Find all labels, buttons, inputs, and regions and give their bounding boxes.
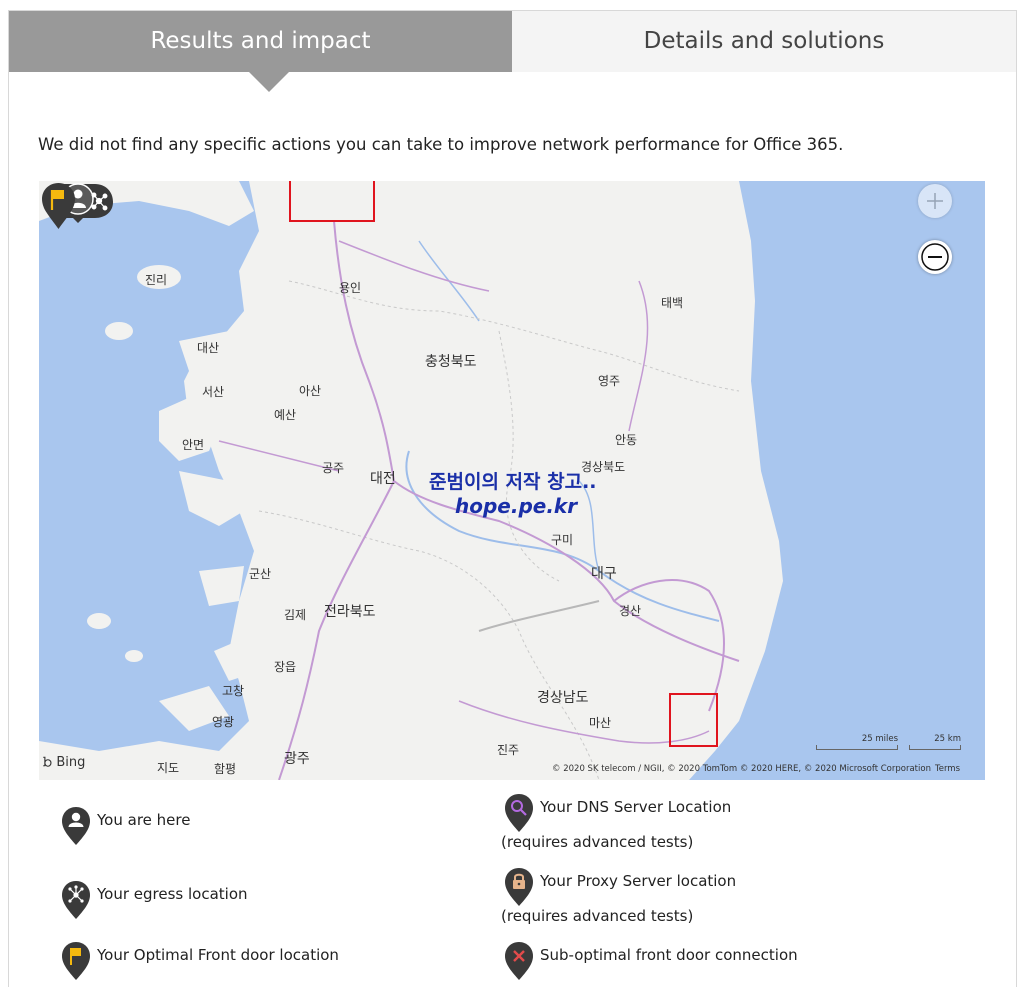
- tab-details-and-solutions[interactable]: Details and solutions: [512, 11, 1016, 72]
- legend-label: Sub-optimal front door connection: [540, 946, 798, 964]
- map-place-label: 안면: [182, 438, 205, 452]
- map-place-label: 김제: [284, 608, 307, 622]
- map-place-label: 영주: [598, 374, 621, 388]
- results-panel: Results and impact Details and solutions…: [8, 10, 1017, 987]
- legend-proxy-note: (requires advanced tests): [501, 907, 694, 925]
- map-place-label: 장읍: [274, 660, 297, 674]
- legend-label: Your Proxy Server location: [540, 872, 737, 890]
- scale-km: 25 km: [909, 734, 961, 750]
- bing-logo: 𝚋 Bing: [43, 755, 85, 770]
- flag-marker-icon: [62, 942, 90, 980]
- legend-label: Your DNS Server Location: [540, 798, 732, 816]
- map-place-label: 충청북도: [425, 354, 477, 370]
- plus-icon: [927, 193, 943, 209]
- map-place-label: 대전: [370, 471, 396, 487]
- results-message: We did not find any specific actions you…: [38, 135, 844, 154]
- map-place-label: 광주: [284, 751, 310, 767]
- scale-miles-label: 25 miles: [861, 734, 898, 744]
- bing-label: Bing: [56, 755, 86, 770]
- tab-results-and-impact[interactable]: Results and impact: [9, 11, 512, 72]
- map-place-label: 아산: [299, 384, 322, 398]
- map-place-label: 구미: [551, 533, 574, 547]
- legend-label: You are here: [97, 811, 191, 829]
- map-place-label: 대산: [197, 341, 220, 355]
- person-marker-icon: [62, 807, 90, 845]
- front-door-highlight-box: [669, 693, 718, 747]
- map-place-label: 서산: [202, 385, 225, 399]
- map-place-label: 경상남도: [537, 690, 589, 706]
- bing-icon: 𝚋: [43, 755, 53, 770]
- map-place-label: 지도: [157, 761, 180, 775]
- watermark-url: hope.pe.kr: [455, 494, 578, 518]
- map-attribution: © 2020 SK telecom / NGII, © 2020 TomTom …: [552, 764, 960, 774]
- zoom-out-button[interactable]: [918, 240, 952, 274]
- map-place-label: 전라북도: [324, 604, 376, 620]
- active-tab-pointer: [249, 72, 289, 92]
- map-place-label: 대구: [591, 566, 617, 582]
- scale-km-bar: [909, 745, 961, 750]
- front-door-flag-marker[interactable]: [39, 181, 78, 231]
- scale-miles: 25 miles: [816, 734, 898, 750]
- cluster-highlight-box: [289, 181, 375, 222]
- dns-search-marker-icon: [505, 794, 533, 832]
- legend-label: Your egress location: [97, 885, 248, 903]
- minus-icon: [921, 243, 949, 271]
- map-place-label: 군산: [249, 567, 272, 581]
- egress-marker-icon: [62, 881, 90, 919]
- legend-label: Your Optimal Front door location: [97, 946, 339, 964]
- watermark-title: 준범이의 저작 창고..: [429, 471, 597, 493]
- map-place-label: 예산: [274, 408, 297, 422]
- legend-dns-note: (requires advanced tests): [501, 833, 694, 851]
- map-place-label: 경산: [619, 604, 642, 618]
- scale-miles-bar: [816, 745, 898, 750]
- scale-km-label: 25 km: [934, 734, 961, 744]
- terms-link[interactable]: Terms: [935, 764, 960, 774]
- lock-marker-icon: [505, 868, 533, 906]
- map-place-label: 진주: [497, 743, 520, 757]
- map-place-label: 마산: [589, 716, 612, 730]
- map-place-label: 용인: [339, 281, 362, 295]
- map-place-label: 진리: [145, 273, 168, 287]
- map-place-label: 영광: [212, 715, 235, 729]
- error-marker-icon: [505, 942, 533, 980]
- map-place-label: 안동: [615, 433, 638, 447]
- map-place-label: 함평: [214, 762, 237, 776]
- map-place-label: 태백: [661, 296, 684, 310]
- map-place-label: 공주: [322, 461, 345, 475]
- network-map[interactable]: 진리 용인 대산 서산 아산 예산 안면 공주 대전 충청북도 태백 영주 안동…: [39, 181, 985, 780]
- attribution-text: © 2020 SK telecom / NGII, © 2020 TomTom …: [552, 764, 931, 774]
- map-place-label: 고창: [222, 684, 245, 698]
- zoom-in-button[interactable]: [918, 184, 952, 218]
